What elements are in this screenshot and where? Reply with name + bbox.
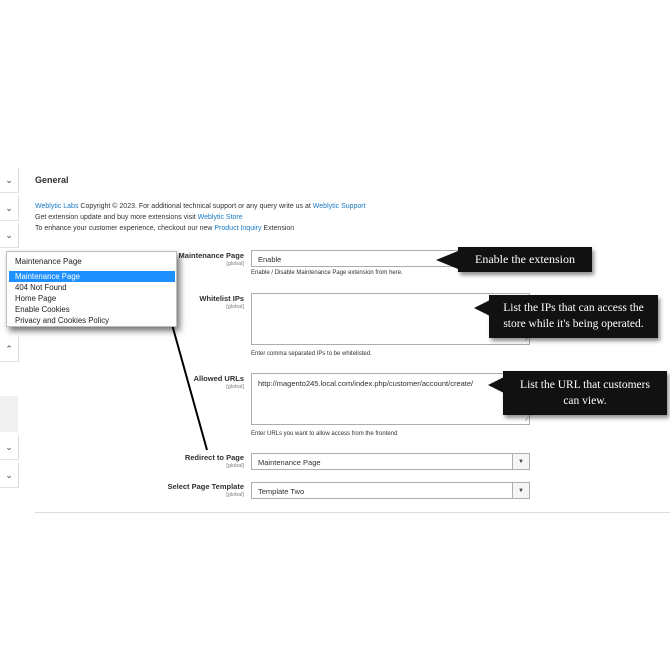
dropdown-option[interactable]: Privacy and Cookies Policy [9, 315, 175, 326]
dropdown-option[interactable]: Home Page [9, 293, 175, 304]
callout-enable-extension: Enable the extension [458, 247, 592, 272]
callout-pointer [488, 377, 504, 393]
dropdown-option[interactable]: Enable Cookies [9, 304, 175, 315]
callout-pointer [436, 251, 458, 269]
callout-pointer [474, 300, 490, 316]
callout-allowed-urls: List the URL that customers can view. [503, 371, 667, 415]
dropdown-options: Maintenance Page 404 Not Found Home Page… [9, 271, 175, 326]
dropdown-option[interactable]: 404 Not Found [9, 282, 175, 293]
redirect-page-dropdown[interactable]: Maintenance Page Maintenance Page 404 No… [6, 251, 177, 327]
callout-whitelist-ips: List the IPs that can access the store w… [489, 295, 658, 338]
dropdown-option[interactable]: Maintenance Page [9, 271, 175, 282]
dropdown-current-value: Maintenance Page [15, 257, 82, 266]
